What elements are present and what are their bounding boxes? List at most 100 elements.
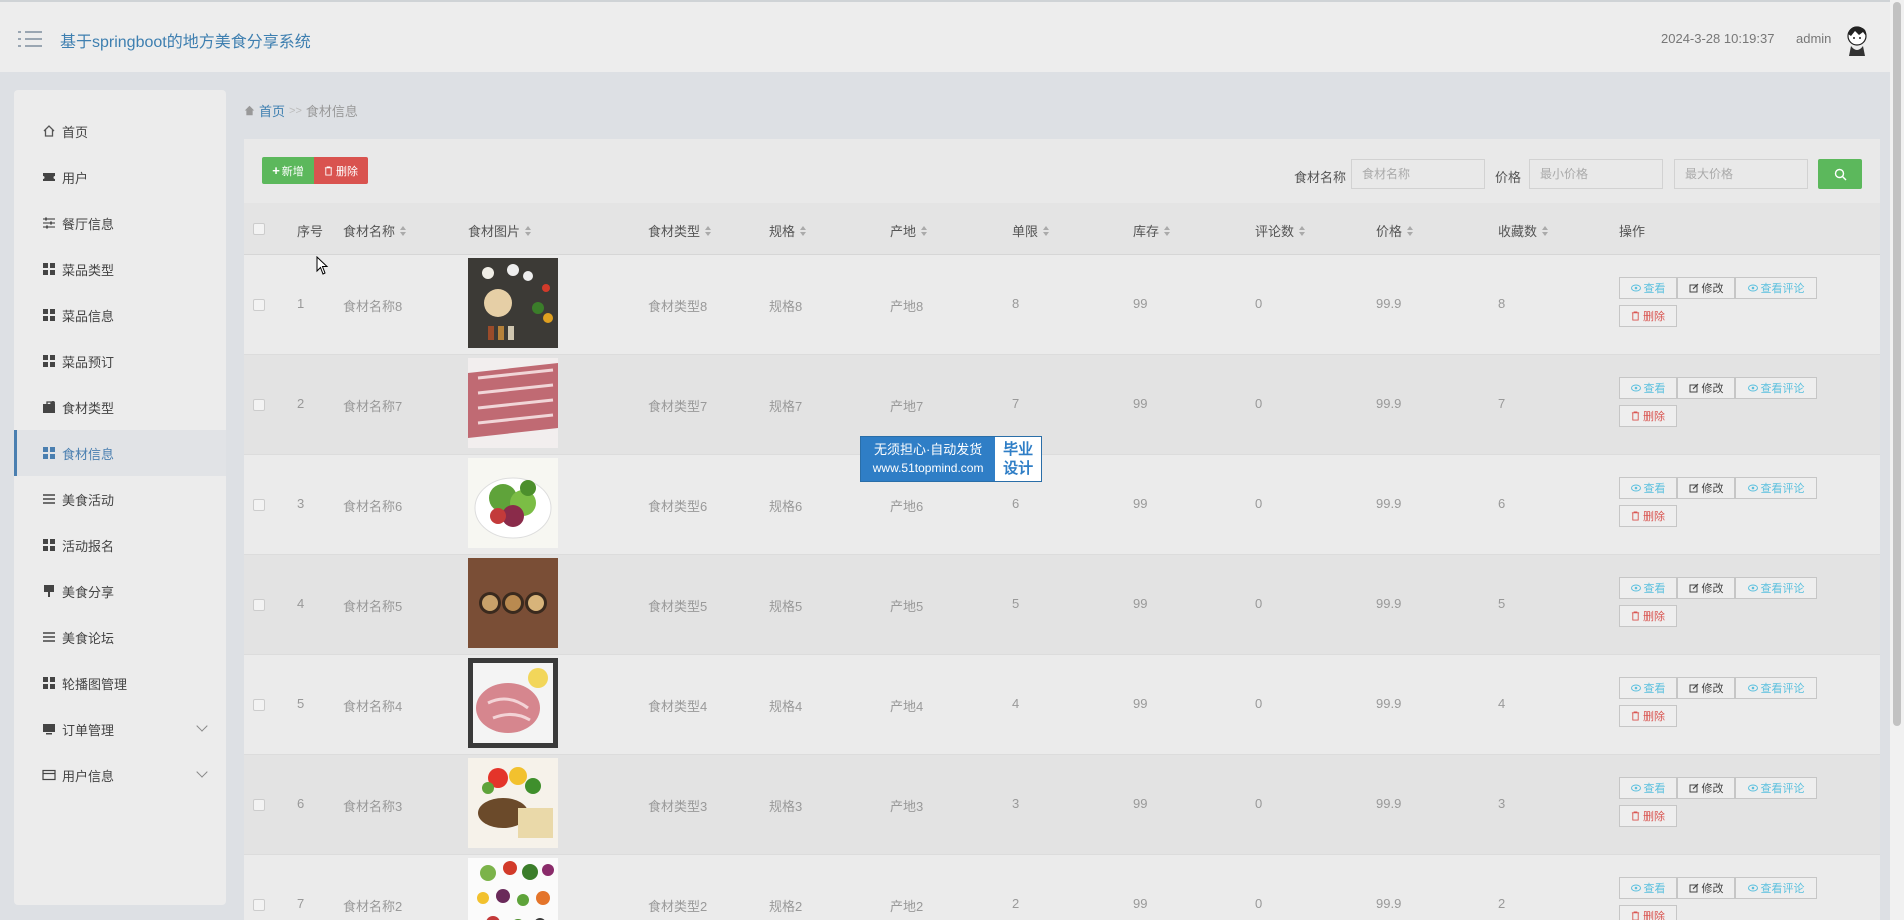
delete-button[interactable]: 删除 bbox=[1619, 305, 1677, 327]
batch-delete-button[interactable]: 删除 bbox=[314, 157, 368, 184]
row-checkbox[interactable] bbox=[253, 699, 265, 711]
delete-button[interactable]: 删除 bbox=[1619, 805, 1677, 827]
cell-spec: 规格8 bbox=[769, 299, 803, 314]
column-header-origin[interactable]: 产地 bbox=[890, 221, 928, 240]
sidebar-item-dish-booking[interactable]: 菜品预订 bbox=[14, 338, 226, 384]
sidebar-item-food-activity[interactable]: 美食活动 bbox=[14, 476, 226, 522]
delete-button[interactable]: 删除 bbox=[1619, 405, 1677, 427]
edit-button[interactable]: 修改 bbox=[1677, 477, 1735, 499]
cell-favorites: 5 bbox=[1498, 596, 1506, 611]
sidebar-item-carousel[interactable]: 轮播图管理 bbox=[14, 660, 226, 706]
min-price-input[interactable] bbox=[1529, 159, 1663, 189]
delete-button-label: 删除 bbox=[336, 165, 358, 178]
column-header-limit[interactable]: 单限 bbox=[1012, 221, 1050, 240]
sidebar-item-user-info[interactable]: 用户信息 bbox=[14, 752, 226, 798]
sidebar-item-dish-info[interactable]: 菜品信息 bbox=[14, 292, 226, 338]
row-checkbox[interactable] bbox=[253, 899, 265, 911]
column-header-spec[interactable]: 规格 bbox=[769, 221, 807, 240]
view-comments-button[interactable]: 查看评论 bbox=[1735, 677, 1817, 699]
row-checkbox[interactable] bbox=[253, 799, 265, 811]
max-price-input[interactable] bbox=[1674, 159, 1808, 189]
sort-icon bbox=[1407, 225, 1414, 236]
delete-button[interactable]: 删除 bbox=[1619, 705, 1677, 727]
column-header-price[interactable]: 价格 bbox=[1376, 221, 1414, 240]
avatar[interactable] bbox=[1843, 24, 1871, 56]
delete-button[interactable]: 删除 bbox=[1619, 905, 1677, 920]
select-all-checkbox[interactable] bbox=[253, 223, 265, 235]
view-comments-button[interactable]: 查看评论 bbox=[1735, 577, 1817, 599]
view-comments-button[interactable]: 查看评论 bbox=[1735, 477, 1817, 499]
column-header-image[interactable]: 食材图片 bbox=[468, 221, 532, 240]
search-button[interactable] bbox=[1818, 159, 1862, 189]
ingredient-image[interactable] bbox=[468, 658, 558, 748]
eye-icon bbox=[1630, 384, 1641, 392]
edit-button[interactable]: 修改 bbox=[1677, 877, 1735, 899]
menu-toggle-icon[interactable] bbox=[18, 28, 42, 50]
column-header-type[interactable]: 食材类型 bbox=[648, 221, 712, 240]
delete-button[interactable]: 删除 bbox=[1619, 605, 1677, 627]
edit-button[interactable]: 修改 bbox=[1677, 677, 1735, 699]
sidebar-item-ingredient-info[interactable]: 食材信息 bbox=[14, 430, 226, 476]
view-button[interactable]: 查看 bbox=[1619, 777, 1677, 799]
sidebar-item-food-forum[interactable]: 美食论坛 bbox=[14, 614, 226, 660]
view-button[interactable]: 查看 bbox=[1619, 677, 1677, 699]
row-checkbox[interactable] bbox=[253, 599, 265, 611]
sidebar-item-orders[interactable]: 订单管理 bbox=[14, 706, 226, 752]
sidebar-item-dish-type[interactable]: 菜品类型 bbox=[14, 246, 226, 292]
name-search-input[interactable] bbox=[1351, 159, 1485, 189]
view-comments-button[interactable]: 查看评论 bbox=[1735, 277, 1817, 299]
edit-button[interactable]: 修改 bbox=[1677, 777, 1735, 799]
add-button[interactable]: + 新增 bbox=[262, 157, 314, 184]
ingredient-image[interactable] bbox=[468, 258, 558, 348]
page-scrollbar[interactable] bbox=[1890, 0, 1904, 920]
username[interactable]: admin bbox=[1796, 31, 1831, 46]
sort-icon bbox=[1542, 225, 1549, 236]
list-icon bbox=[43, 494, 55, 504]
sidebar-item-home[interactable]: 首页 bbox=[14, 108, 226, 154]
view-comments-button[interactable]: 查看评论 bbox=[1735, 377, 1817, 399]
cell-comments: 0 bbox=[1255, 296, 1263, 311]
column-header-favorites[interactable]: 收藏数 bbox=[1498, 221, 1549, 240]
edit-button[interactable]: 修改 bbox=[1677, 577, 1735, 599]
search-icon bbox=[1834, 168, 1846, 180]
ingredient-image[interactable] bbox=[468, 458, 558, 548]
view-button[interactable]: 查看 bbox=[1619, 877, 1677, 899]
cell-favorites: 7 bbox=[1498, 396, 1506, 411]
ingredient-image[interactable] bbox=[468, 358, 558, 448]
sidebar-item-label: 菜品类型 bbox=[62, 262, 115, 278]
row-checkbox[interactable] bbox=[253, 499, 265, 511]
cell-name: 食材名称5 bbox=[343, 599, 403, 614]
sidebar-item-users[interactable]: 用户 bbox=[14, 154, 226, 200]
row-checkbox[interactable] bbox=[253, 299, 265, 311]
cell-comments: 0 bbox=[1255, 796, 1263, 811]
scrollbar-thumb[interactable] bbox=[1893, 2, 1901, 726]
briefcase-icon bbox=[43, 401, 55, 413]
sidebar-item-activity-signup[interactable]: 活动报名 bbox=[14, 522, 226, 568]
edit-button[interactable]: 修改 bbox=[1677, 377, 1735, 399]
delete-button[interactable]: 删除 bbox=[1619, 505, 1677, 527]
view-button[interactable]: 查看 bbox=[1619, 377, 1677, 399]
sidebar-item-label: 食材类型 bbox=[62, 400, 115, 416]
sidebar-item-restaurant[interactable]: 餐厅信息 bbox=[14, 200, 226, 246]
edit-icon bbox=[1689, 583, 1698, 593]
ingredient-image[interactable] bbox=[468, 558, 558, 648]
column-header-comments[interactable]: 评论数 bbox=[1255, 221, 1306, 240]
ingredient-image[interactable] bbox=[468, 858, 558, 920]
view-button[interactable]: 查看 bbox=[1619, 277, 1677, 299]
column-header-stock[interactable]: 库存 bbox=[1133, 221, 1171, 240]
trash-icon bbox=[1631, 811, 1640, 821]
column-header-name[interactable]: 食材名称 bbox=[343, 221, 407, 240]
breadcrumb-home-link[interactable]: 首页 bbox=[259, 101, 285, 120]
view-comments-button[interactable]: 查看评论 bbox=[1735, 877, 1817, 899]
view-button[interactable]: 查看 bbox=[1619, 477, 1677, 499]
ingredient-image[interactable] bbox=[468, 758, 558, 848]
view-comments-button[interactable]: 查看评论 bbox=[1735, 777, 1817, 799]
watermark-banner[interactable]: 无须担心·自动发货 www.51topmind.com 毕业 设计 bbox=[860, 436, 1042, 482]
edit-button[interactable]: 修改 bbox=[1677, 277, 1735, 299]
view-button[interactable]: 查看 bbox=[1619, 577, 1677, 599]
sidebar-item-food-share[interactable]: 美食分享 bbox=[14, 568, 226, 614]
sidebar-item-ingredient-type[interactable]: 食材类型 bbox=[14, 384, 226, 430]
main-content: + 新增 删除 食材名称 价格 序号 食材名称 食材图片 食材类型 规格 产地 … bbox=[244, 139, 1880, 920]
row-checkbox[interactable] bbox=[253, 399, 265, 411]
table-row: 7 食材名称2 食材类型2 规格2 产地2 2 99 0 99.9 2 查看 修改 查看评论 删除 bbox=[244, 855, 1880, 920]
